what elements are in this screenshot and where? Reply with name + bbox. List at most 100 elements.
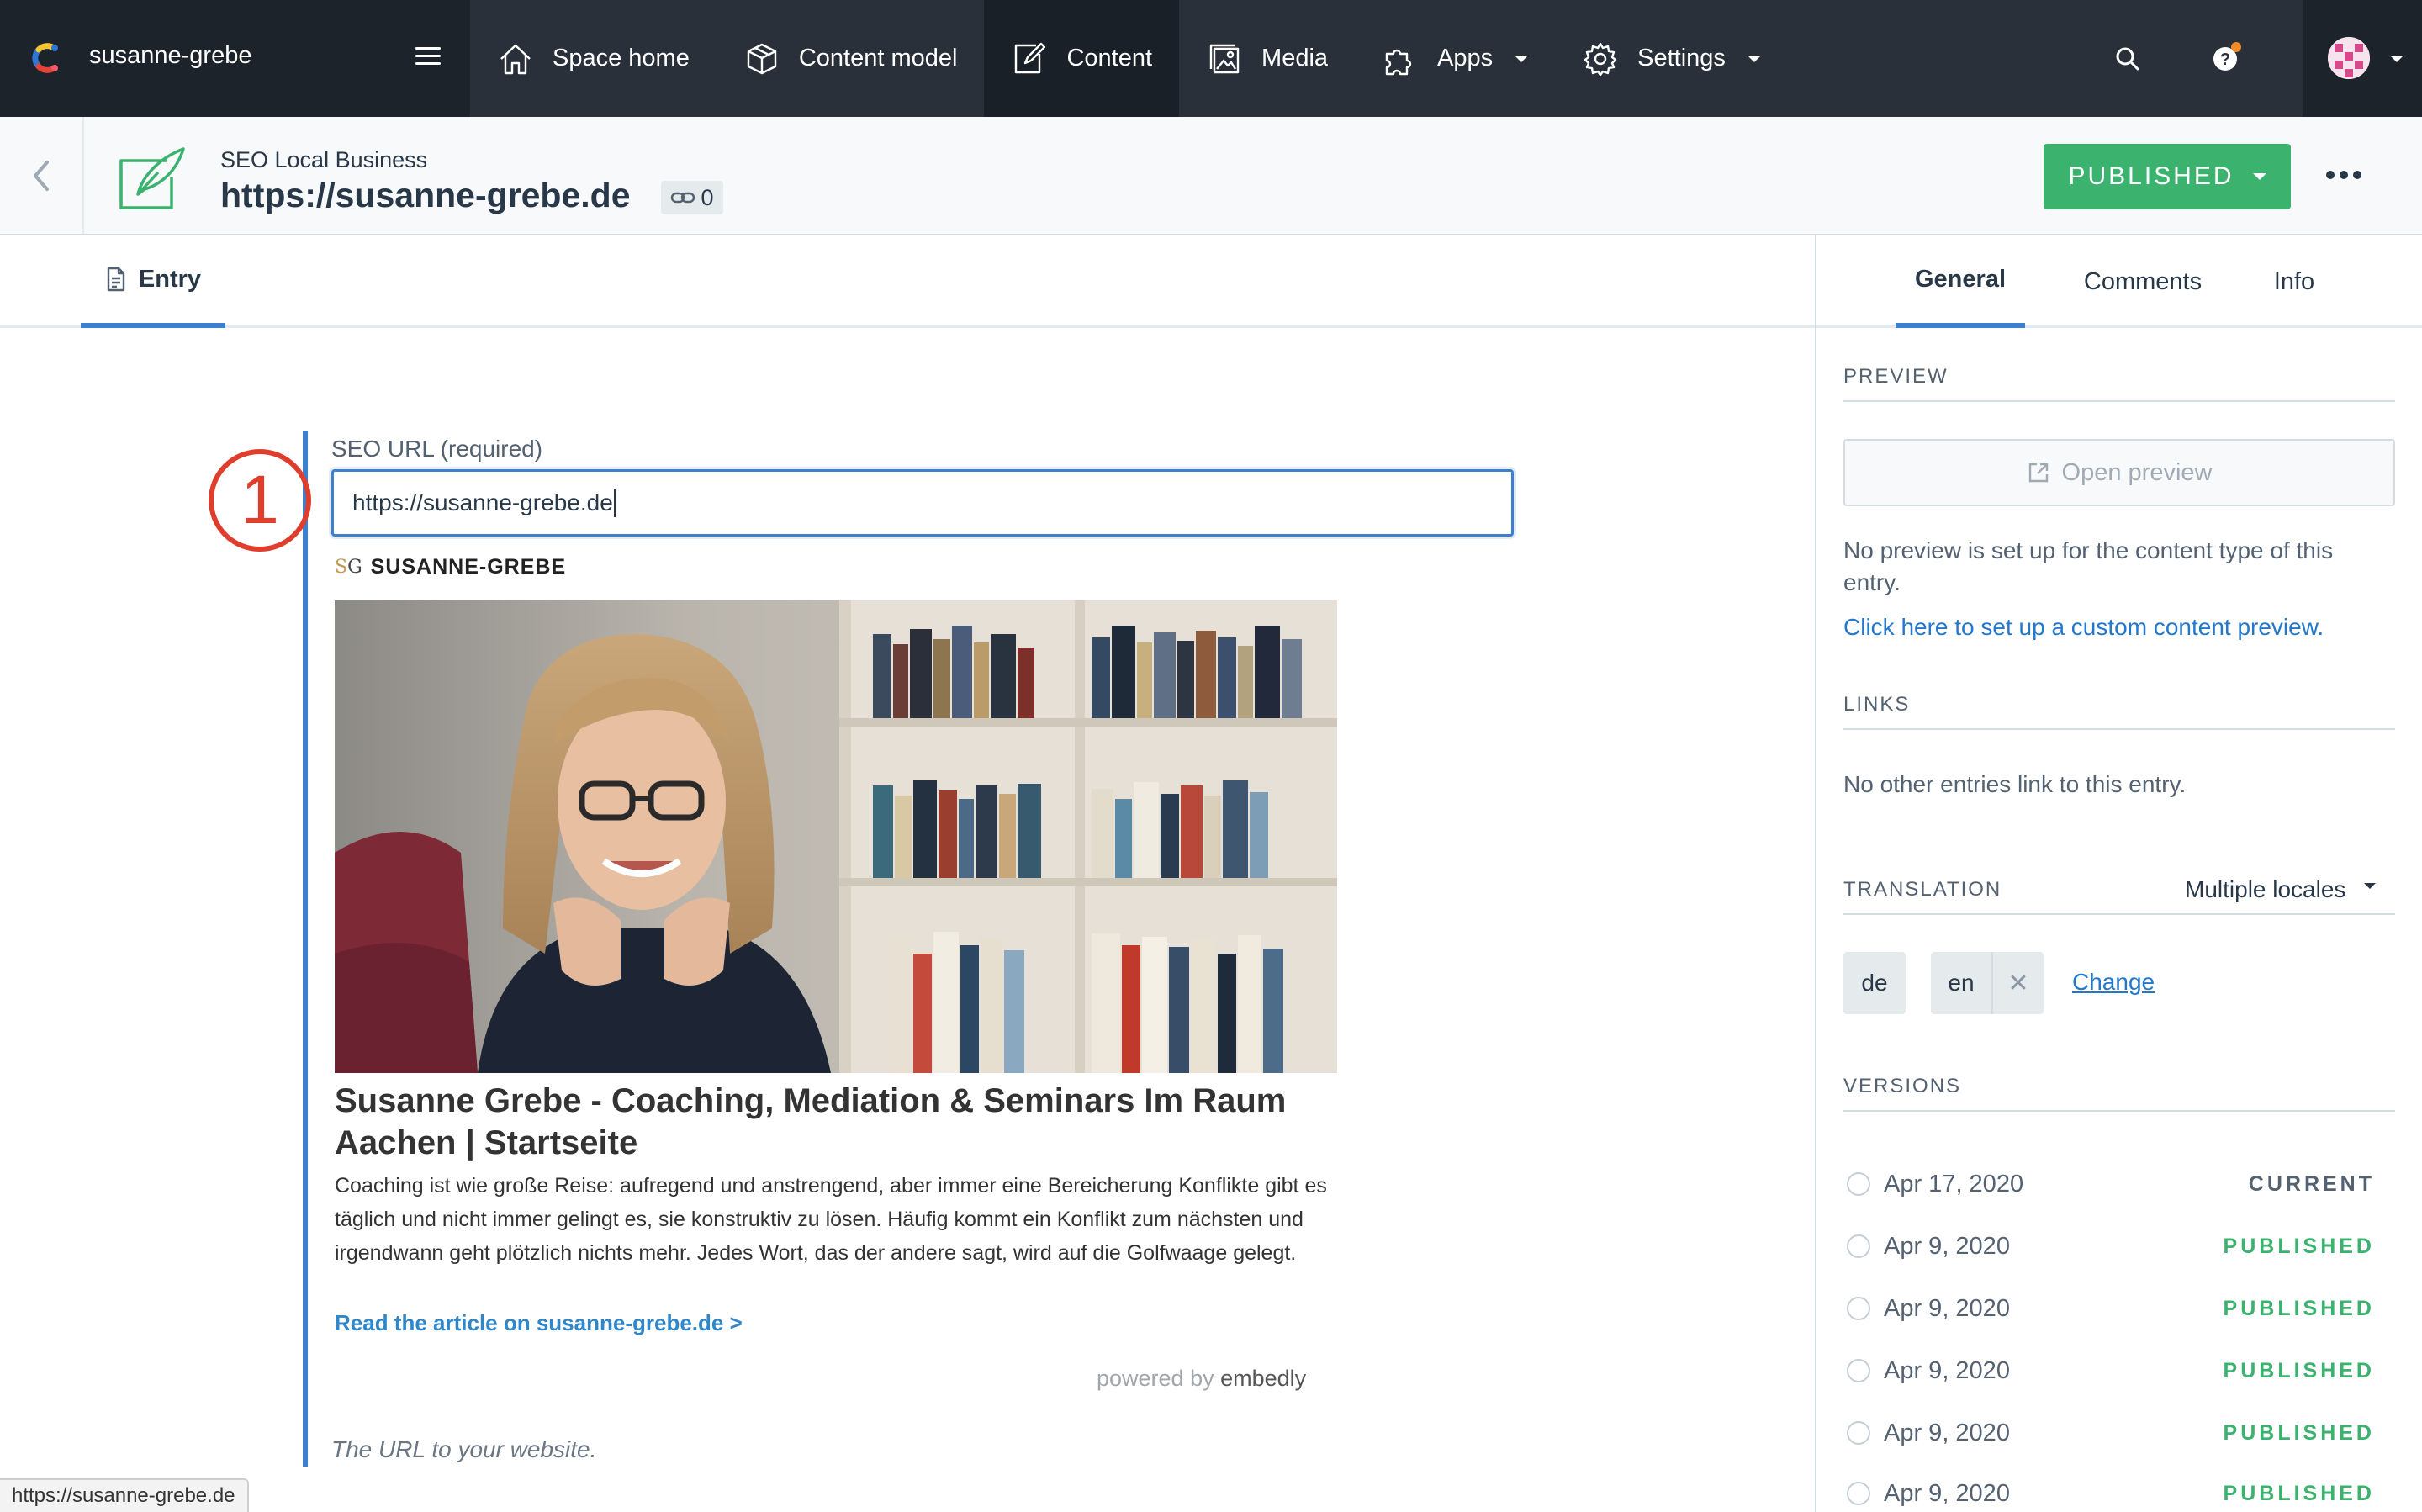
publish-status-button[interactable]: PUBLISHED bbox=[2044, 144, 2291, 209]
field-focus-bar bbox=[303, 431, 308, 1467]
nav-label: Media bbox=[1261, 45, 1329, 71]
seo-url-value: https://susanne-grebe.de bbox=[352, 489, 613, 515]
gear-icon bbox=[1584, 42, 1617, 76]
chevron-down-icon bbox=[2364, 882, 2377, 889]
main-nav: Space home Content model Content Media A… bbox=[470, 0, 1788, 117]
tab-comments[interactable]: Comments bbox=[2069, 235, 2217, 328]
space-name: susanne-grebe bbox=[89, 42, 252, 69]
publish-status-label: PUBLISHED bbox=[2068, 162, 2234, 190]
field-label: SEO URL (required) bbox=[331, 436, 543, 462]
media-icon bbox=[1209, 44, 1240, 73]
nav-space-home[interactable]: Space home bbox=[470, 0, 717, 117]
seo-url-input[interactable]: https://susanne-grebe.de bbox=[331, 469, 1514, 537]
user-menu[interactable] bbox=[2303, 0, 2422, 117]
top-navigation: susanne-grebe Space home Content model C… bbox=[0, 0, 2422, 117]
content-type-label: SEO Local Business bbox=[220, 147, 428, 172]
contentful-logo-icon bbox=[32, 43, 58, 73]
change-locales-link[interactable]: Change bbox=[2072, 969, 2155, 996]
more-actions-icon[interactable] bbox=[2326, 171, 2361, 179]
status-bar-url: https://susanne-grebe.de bbox=[0, 1478, 249, 1512]
sidebar-tabs: General Comments Info bbox=[1816, 235, 2422, 328]
external-link-icon bbox=[2028, 463, 2048, 483]
section-title-preview: PREVIEW bbox=[1843, 365, 2395, 402]
brand-name: SUSANNE-GREBE bbox=[370, 555, 567, 579]
links-note: No other entries link to this entry. bbox=[1843, 771, 2187, 797]
custom-preview-link[interactable]: Click here to set up a custom content pr… bbox=[1843, 614, 2324, 641]
annotation-marker: 1 bbox=[209, 449, 311, 552]
preview-note: No preview is set up for the content typ… bbox=[1843, 537, 2334, 595]
tab-entry[interactable]: Entry bbox=[81, 235, 225, 328]
content-model-icon bbox=[747, 43, 777, 74]
help-icon[interactable]: ? bbox=[2210, 40, 2244, 74]
embed-description: Coaching ist wie große Reise: aufregend … bbox=[335, 1174, 1327, 1265]
entry-title: https://susanne-grebe.de bbox=[220, 176, 631, 214]
version-date: Apr 9, 2020 bbox=[1884, 1419, 2010, 1446]
nav-media[interactable]: Media bbox=[1179, 0, 1355, 117]
tab-label: Entry bbox=[138, 265, 202, 293]
home-icon bbox=[500, 44, 531, 74]
open-preview-button[interactable]: Open preview bbox=[1843, 439, 2395, 506]
version-date: Apr 9, 2020 bbox=[1884, 1232, 2010, 1260]
version-radio[interactable] bbox=[1847, 1234, 1870, 1258]
version-radio[interactable] bbox=[1847, 1482, 1870, 1505]
version-status: PUBLISHED bbox=[2223, 1296, 2375, 1320]
version-row[interactable]: Apr 9, 2020 PUBLISHED bbox=[1847, 1292, 2375, 1325]
chevron-down-icon bbox=[1747, 55, 1761, 62]
version-radio[interactable] bbox=[1847, 1297, 1870, 1320]
tab-info[interactable]: Info bbox=[2254, 235, 2335, 328]
nav-settings[interactable]: Settings bbox=[1555, 0, 1788, 117]
avatar bbox=[2328, 37, 2370, 79]
apps-icon bbox=[1385, 49, 1412, 75]
embed-brand: SG SUSANNE-GREBE bbox=[335, 555, 566, 579]
embed-title[interactable]: Susanne Grebe - Coaching, Mediation & Se… bbox=[335, 1080, 1344, 1164]
nav-content-model[interactable]: Content model bbox=[717, 0, 985, 117]
entry-header: SEO Local Business https://susanne-grebe… bbox=[0, 117, 2422, 235]
version-radio[interactable] bbox=[1847, 1359, 1870, 1382]
field-help-text: The URL to your website. bbox=[331, 1436, 597, 1462]
nav-label: Content model bbox=[798, 45, 958, 71]
version-date: Apr 9, 2020 bbox=[1884, 1356, 2010, 1384]
panel-divider bbox=[1815, 235, 1816, 1512]
nav-content[interactable]: Content bbox=[984, 0, 1180, 117]
link-icon bbox=[671, 192, 695, 204]
version-row[interactable]: Apr 9, 2020 PUBLISHED bbox=[1847, 1477, 2375, 1510]
svg-text:?: ? bbox=[2220, 50, 2230, 69]
embed-preview-image[interactable] bbox=[335, 600, 1337, 1073]
references-badge[interactable]: 0 bbox=[661, 181, 723, 214]
version-row[interactable]: Apr 17, 2020 CURRENT bbox=[1847, 1167, 2375, 1201]
content-icon bbox=[1015, 42, 1046, 73]
references-count: 0 bbox=[701, 184, 714, 210]
nav-label: Apps bbox=[1437, 45, 1494, 71]
nav-apps[interactable]: Apps bbox=[1355, 0, 1555, 117]
version-date: Apr 9, 2020 bbox=[1884, 1294, 2010, 1322]
version-radio[interactable] bbox=[1847, 1421, 1870, 1445]
editor-tabs: Entry bbox=[0, 235, 1815, 328]
version-status: PUBLISHED bbox=[2223, 1234, 2375, 1258]
close-icon[interactable]: ✕ bbox=[1991, 952, 2044, 1014]
version-radio[interactable] bbox=[1847, 1172, 1870, 1196]
version-row[interactable]: Apr 9, 2020 PUBLISHED bbox=[1847, 1354, 2375, 1388]
text-cursor bbox=[613, 489, 616, 517]
section-title-links: LINKS bbox=[1843, 693, 2395, 730]
space-switcher[interactable]: susanne-grebe bbox=[0, 0, 470, 117]
version-status: PUBLISHED bbox=[2223, 1358, 2375, 1382]
version-date: Apr 17, 2020 bbox=[1884, 1170, 2024, 1197]
open-preview-label: Open preview bbox=[2061, 458, 2213, 486]
tab-general[interactable]: General bbox=[1896, 235, 2025, 328]
embed-read-article-link[interactable]: Read the article on susanne-grebe.de > bbox=[335, 1310, 743, 1336]
chevron-down-icon bbox=[2390, 56, 2403, 62]
version-status: PUBLISHED bbox=[2223, 1481, 2375, 1505]
search-icon[interactable] bbox=[2109, 40, 2146, 77]
version-status: PUBLISHED bbox=[2223, 1420, 2375, 1445]
menu-icon[interactable] bbox=[415, 47, 441, 69]
locale-mode-value: Multiple locales bbox=[2185, 876, 2346, 902]
embedly-credit[interactable]: powered by embedly bbox=[1097, 1366, 1306, 1392]
back-button[interactable] bbox=[0, 117, 84, 234]
chevron-down-icon bbox=[2252, 173, 2266, 180]
nav-label: Space home bbox=[553, 45, 690, 71]
nav-label: Content bbox=[1066, 45, 1153, 71]
version-row[interactable]: Apr 9, 2020 PUBLISHED bbox=[1847, 1416, 2375, 1450]
brand-logo: SG bbox=[335, 557, 362, 578]
version-row[interactable]: Apr 9, 2020 PUBLISHED bbox=[1847, 1229, 2375, 1263]
locale-mode-select[interactable]: Multiple locales bbox=[2185, 876, 2377, 903]
